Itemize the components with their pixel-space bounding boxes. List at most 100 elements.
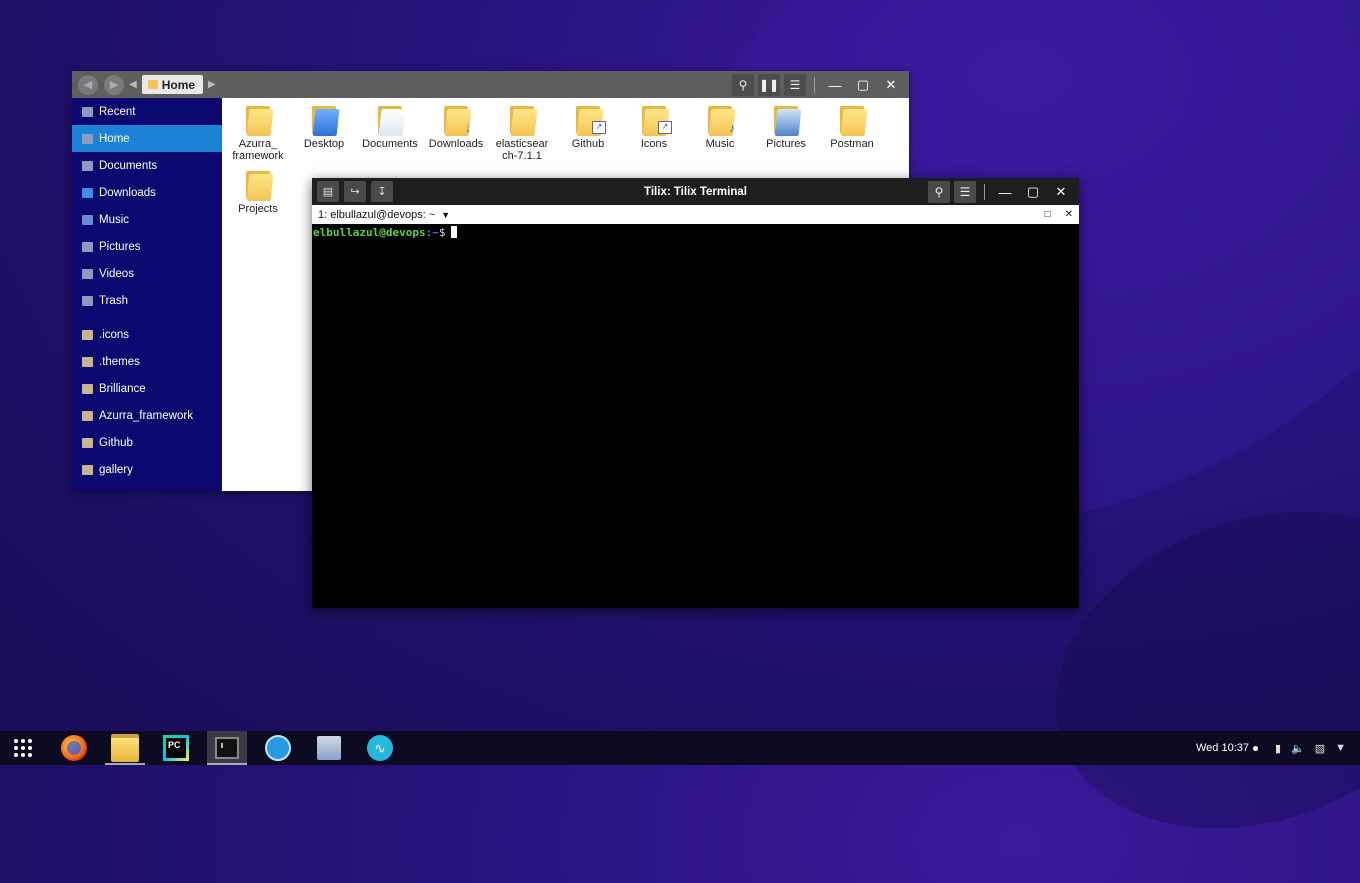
- folder-item-projects[interactable]: Projects: [225, 163, 291, 215]
- files-icon: [111, 734, 139, 762]
- folder-icon: ♪: [706, 104, 736, 136]
- dock-files[interactable]: [105, 731, 145, 765]
- sidebar-item-pictures[interactable]: Pictures: [72, 233, 222, 260]
- document-viewer-icon: [317, 736, 341, 760]
- text-cursor: [451, 226, 458, 238]
- folder-icon: [82, 356, 93, 367]
- folder-item-pictures[interactable]: Pictures: [753, 98, 819, 150]
- back-button[interactable]: ◀: [78, 74, 98, 95]
- sidebar-item-label: Github: [99, 436, 133, 449]
- sidebar-item-github[interactable]: Github: [72, 429, 222, 456]
- close-terminal-icon[interactable]: ✕: [1065, 209, 1073, 220]
- sidebar-item-label: .icons: [99, 328, 130, 341]
- folder-item-postman[interactable]: Postman: [819, 98, 885, 150]
- sidebar-item-label: Azurra_framework: [99, 409, 193, 422]
- view-toggle-button[interactable]: ❚❚: [758, 74, 780, 96]
- dock-firefox[interactable]: [54, 731, 94, 765]
- hamburger-icon: ☰: [789, 78, 801, 92]
- clock[interactable]: Wed 10:37: [1196, 731, 1259, 765]
- dock-pycharm[interactable]: PC: [156, 731, 196, 765]
- app-grid-icon: [14, 739, 32, 757]
- folder-item-desktop[interactable]: Desktop: [291, 98, 357, 150]
- sidebar-item-themes[interactable]: .themes: [72, 348, 222, 375]
- split-right-icon: ↪: [350, 186, 360, 198]
- network-icon: ▮: [1274, 742, 1281, 755]
- system-tray[interactable]: ▮ 🔈 ▧ ▼: [1275, 731, 1346, 765]
- sidebar-item-label: Trash: [99, 294, 128, 307]
- sidebar-item-recent[interactable]: Recent: [72, 98, 222, 125]
- breadcrumb[interactable]: Home: [141, 75, 204, 94]
- terminal-window: ▤ ↪ ↧ Tilix: Tilix Terminal ⚲ ☰ — ▢ ✕ 1:…: [312, 178, 1079, 608]
- folder-label: elasticsear: [495, 138, 549, 150]
- pictures-icon: [82, 241, 93, 252]
- blue-app-icon: [265, 735, 291, 761]
- audio-wave-icon: ∿: [367, 735, 393, 761]
- folder-icon: [82, 437, 93, 448]
- dock-blue-app[interactable]: [258, 731, 298, 765]
- folder-label: Downloads: [428, 138, 484, 150]
- folder-label: Azurra_: [238, 138, 278, 150]
- dock-tilix[interactable]: [207, 731, 247, 765]
- columns-icon: ❚❚: [758, 78, 780, 92]
- close-button[interactable]: ✕: [1049, 181, 1073, 203]
- notification-dot-icon: [1253, 745, 1259, 751]
- folder-label: Github: [571, 138, 605, 150]
- search-button[interactable]: ⚲: [732, 74, 754, 96]
- sidebar-item-label: Recent: [99, 105, 136, 118]
- menu-button[interactable]: ☰: [784, 74, 806, 96]
- sidebar-item-videos[interactable]: Videos: [72, 260, 222, 287]
- minimize-button[interactable]: —: [993, 181, 1017, 203]
- maximize-button[interactable]: ▢: [1021, 181, 1045, 203]
- firefox-icon: [61, 735, 87, 761]
- add-terminal-right-button[interactable]: ↪: [344, 181, 366, 202]
- terminal-output[interactable]: elbullazul@devops:~$: [312, 224, 1079, 241]
- terminal-title-bar: 1: elbullazul@devops: ~ ▼ □ ✕: [312, 205, 1079, 224]
- shortcut-arrow-icon: ↗: [658, 121, 672, 134]
- forward-button[interactable]: ▶: [104, 74, 124, 95]
- folder-label: Pictures: [766, 138, 806, 150]
- sidebar-item-downloads[interactable]: Downloads: [72, 179, 222, 206]
- sidebar-item-documents[interactable]: Documents: [72, 152, 222, 179]
- add-terminal-down-button[interactable]: ↧: [371, 181, 393, 202]
- session-title[interactable]: 1: elbullazul@devops: ~: [312, 209, 435, 221]
- sidebar-item-home[interactable]: Home: [72, 125, 222, 152]
- clock-icon: [82, 106, 93, 117]
- path-right-arrow-icon[interactable]: ▶: [208, 79, 216, 90]
- sidebar-item-music[interactable]: Music: [72, 206, 222, 233]
- folder-item-documents[interactable]: Documents: [357, 98, 423, 150]
- maximize-terminal-icon[interactable]: □: [1045, 209, 1051, 220]
- music-note-icon: ♪: [729, 121, 735, 135]
- sidebar-item-gallery[interactable]: gallery: [72, 456, 222, 483]
- dock-document-viewer[interactable]: [309, 731, 349, 765]
- menu-button[interactable]: ☰: [954, 181, 976, 203]
- path-left-arrow-icon[interactable]: ◀: [129, 79, 137, 90]
- music-icon: [82, 214, 93, 225]
- folder-item-icons[interactable]: ↗ Icons: [621, 98, 687, 150]
- sidebar-toggle-button[interactable]: ▤: [317, 181, 339, 202]
- show-applications-button[interactable]: [3, 731, 43, 765]
- close-button[interactable]: ✕: [879, 74, 903, 96]
- sidebar-item-azurra-framework[interactable]: Azurra_framework: [72, 402, 222, 429]
- folder-item-azurra-framework[interactable]: Azurra_ framework: [225, 98, 291, 162]
- minimize-button[interactable]: —: [823, 74, 847, 96]
- folder-item-downloads[interactable]: ↓ Downloads: [423, 98, 489, 150]
- sidebar-item-label: Documents: [99, 159, 158, 172]
- chevron-down-icon: ▼: [1335, 742, 1346, 754]
- trash-icon: [82, 295, 93, 306]
- dock-audio-app[interactable]: ∿: [360, 731, 400, 765]
- sidebar-item-trash[interactable]: Trash: [72, 287, 222, 314]
- folder-item-github[interactable]: ↗ Github: [555, 98, 621, 150]
- folder-icon: [82, 383, 93, 394]
- sidebar-item-icons[interactable]: .icons: [72, 321, 222, 348]
- sidebar-item-label: Pictures: [99, 240, 141, 253]
- sidebar-item-brilliance[interactable]: Brilliance: [72, 375, 222, 402]
- folder-item-music[interactable]: ♪ Music: [687, 98, 753, 150]
- breadcrumb-home-label: Home: [161, 77, 196, 92]
- find-button[interactable]: ⚲: [928, 181, 950, 203]
- folder-item-elasticsearch[interactable]: elasticsear ch-7.1.1: [489, 98, 555, 162]
- folder-icon: [376, 104, 406, 136]
- maximize-button[interactable]: ▢: [851, 74, 875, 96]
- home-icon: [82, 133, 93, 144]
- chevron-down-icon[interactable]: ▼: [441, 210, 450, 220]
- search-icon: ⚲: [934, 185, 944, 199]
